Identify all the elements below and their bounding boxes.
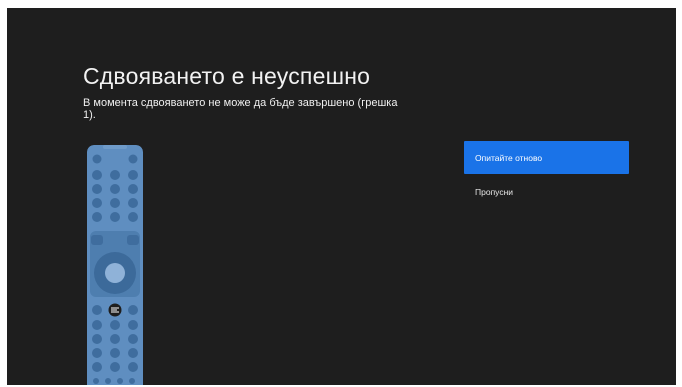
action-menu: Опитайте отново Пропусни bbox=[464, 141, 629, 208]
pairing-error-screen: Сдвояването е неуспешно В момента сдвояв… bbox=[7, 8, 676, 385]
page-title: Сдвояването е неуспешно bbox=[83, 63, 371, 89]
retry-button[interactable]: Опитайте отново bbox=[464, 141, 629, 174]
tv-remote-illustration bbox=[87, 145, 143, 385]
skip-button[interactable]: Пропусни bbox=[464, 175, 629, 208]
error-message: В момента сдвояването не може да бъде за… bbox=[83, 97, 398, 121]
